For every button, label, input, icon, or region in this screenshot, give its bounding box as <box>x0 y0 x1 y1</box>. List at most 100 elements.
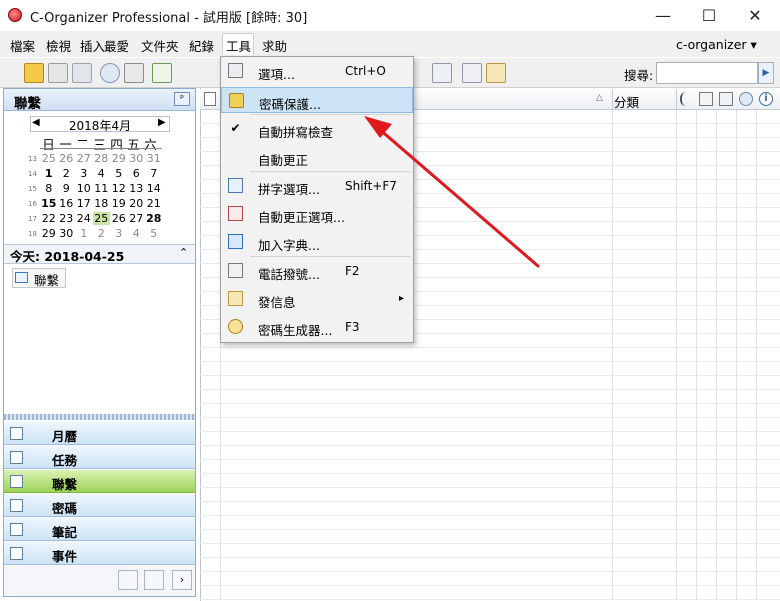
pin-icon[interactable]: ᵖ <box>174 92 190 106</box>
nav-button-calendar[interactable]: 月曆 <box>4 422 195 445</box>
calendar-day[interactable]: 5 <box>145 227 163 240</box>
calendar-day[interactable]: 1 <box>75 227 93 240</box>
calendar-day[interactable]: 24 <box>75 212 93 225</box>
calendar-day[interactable]: 15 <box>40 197 58 210</box>
calendar-day[interactable]: 30 <box>128 152 146 165</box>
menu-file[interactable]: 檔案 <box>10 36 35 55</box>
calendar-day[interactable]: 1 <box>40 167 58 180</box>
calendar-day[interactable]: 2 <box>93 227 111 240</box>
tools-menu-item[interactable]: 加入字典... <box>221 229 413 255</box>
more-nav-button[interactable]: › <box>172 570 192 590</box>
calendar-day[interactable]: 7 <box>145 167 163 180</box>
calendar-day[interactable]: 4 <box>93 167 111 180</box>
calendar-day[interactable]: 5 <box>110 167 128 180</box>
calendar-day[interactable]: 16 <box>58 197 76 210</box>
tools-menu-item[interactable]: 發信息 ▸ <box>221 286 413 312</box>
note-icon[interactable] <box>432 63 452 83</box>
calendar-day[interactable]: 25 <box>92 212 110 225</box>
delete-icon[interactable] <box>72 63 92 83</box>
list-column-icon[interactable] <box>699 92 713 106</box>
tools-menu-item[interactable]: 密碼保護... <box>221 87 413 113</box>
calendar-day[interactable]: 27 <box>128 212 146 225</box>
calendar-small-icon[interactable] <box>118 570 138 590</box>
calendar-day[interactable]: 2 <box>58 167 76 180</box>
tools-menu-item-label: 自動更正選項... <box>258 210 345 225</box>
calendar-day[interactable]: 18 <box>93 197 111 210</box>
minimize-button[interactable]: — <box>640 0 686 30</box>
trash-icon[interactable] <box>144 570 164 590</box>
calendar-day[interactable]: 25 <box>40 152 58 165</box>
find-icon[interactable] <box>100 63 120 83</box>
grid-icon[interactable] <box>152 63 172 83</box>
nav-button-events[interactable]: 事件 <box>4 542 195 565</box>
sort-arrow-icon[interactable]: △ <box>596 93 603 103</box>
calendar-day[interactable]: 29 <box>40 227 58 240</box>
print-icon[interactable] <box>124 63 144 83</box>
calendar-day[interactable]: 21 <box>145 197 163 210</box>
calendar-day[interactable]: 26 <box>110 212 128 225</box>
calendar-day[interactable]: 30 <box>58 227 76 240</box>
calendar-day[interactable]: 8 <box>40 182 58 195</box>
menu-records[interactable]: 紀錄 <box>189 36 214 55</box>
column-category[interactable]: 分類 <box>614 92 639 111</box>
nav-button-passwords[interactable]: 密碼 <box>4 494 195 517</box>
organizer-selector[interactable]: c-organizer ▾ <box>676 37 757 52</box>
calendar-day[interactable]: 3 <box>75 167 93 180</box>
calendar-day[interactable]: 4 <box>128 227 146 240</box>
calendar-day[interactable]: 22 <box>40 212 58 225</box>
menu-insert[interactable]: 插入 <box>80 36 105 55</box>
maximize-button[interactable]: ☐ <box>686 0 732 30</box>
collapse-chevron-icon[interactable]: ⌃ <box>179 246 188 259</box>
calendar-day[interactable]: 13 <box>128 182 146 195</box>
nav-button-contacts[interactable]: 聯繫 <box>4 470 195 493</box>
menu-tools[interactable]: 工具 <box>226 36 251 55</box>
calendar-day[interactable]: 10 <box>75 182 93 195</box>
search-input[interactable] <box>656 62 758 84</box>
menu-view[interactable]: 檢視 <box>46 36 71 55</box>
tools-menu-item[interactable]: 拼字選項... Shift+F7 <box>221 173 413 199</box>
calendar-day[interactable]: 20 <box>128 197 146 210</box>
list-view-icon[interactable] <box>462 63 482 83</box>
globe-column-icon[interactable] <box>739 92 753 106</box>
document-column-icon[interactable] <box>204 92 216 106</box>
tools-menu-item[interactable]: 選項... Ctrl+O <box>221 58 413 84</box>
tools-menu-item[interactable]: ✔ 自動拼寫檢查 <box>221 116 413 142</box>
calendar-day[interactable]: 3 <box>110 227 128 240</box>
nav-splitter[interactable] <box>4 414 195 420</box>
calendar-next-button[interactable]: ▶ <box>158 117 166 128</box>
calendar-day[interactable]: 28 <box>93 152 111 165</box>
open-folder-icon[interactable] <box>24 63 44 83</box>
nav-button-notes[interactable]: 筆記 <box>4 518 195 541</box>
calendar-day[interactable]: 28 <box>145 212 163 225</box>
tools-menu-item[interactable]: 密碼生成器... F3 <box>221 314 413 340</box>
calendar-day[interactable]: 27 <box>75 152 93 165</box>
menu-folders[interactable]: 文件夾 <box>141 36 179 55</box>
image-icon[interactable] <box>48 63 68 83</box>
calendar-day[interactable]: 23 <box>58 212 76 225</box>
message-icon[interactable] <box>486 63 506 83</box>
menu-favorites[interactable]: 最愛 <box>104 36 129 55</box>
calendar-day[interactable]: 12 <box>110 182 128 195</box>
calendar-day[interactable]: 11 <box>93 182 111 195</box>
calendar-prev-button[interactable]: ◀ <box>32 117 40 128</box>
menu-help[interactable]: 求助 <box>262 36 287 55</box>
calendar-day[interactable]: 29 <box>110 152 128 165</box>
search-go-button[interactable]: ▶ <box>758 62 774 84</box>
calendar-day[interactable]: 31 <box>145 152 163 165</box>
nav-button-tasks[interactable]: 任務 <box>4 446 195 469</box>
calendar-month-label[interactable]: 2018年4月 <box>60 117 140 134</box>
tools-menu-item[interactable]: 自動更正 <box>221 144 413 170</box>
calendar-day[interactable]: 6 <box>128 167 146 180</box>
calendar-day[interactable]: 9 <box>58 182 76 195</box>
calendar-day[interactable]: 17 <box>75 197 93 210</box>
calendar-day[interactable]: 19 <box>110 197 128 210</box>
home-column-icon[interactable] <box>719 92 733 106</box>
close-button[interactable]: ✕ <box>732 0 778 30</box>
tools-menu-item[interactable]: 自動更正選項... <box>221 201 413 227</box>
today-label[interactable]: 今天: 2018-04-25 <box>10 246 124 265</box>
info-column-icon[interactable]: i <box>759 92 773 106</box>
calendar-day[interactable]: 26 <box>58 152 76 165</box>
attachment-column-icon[interactable] <box>680 92 694 106</box>
calendar-day[interactable]: 14 <box>145 182 163 195</box>
tools-menu-item[interactable]: 電話撥號... F2 <box>221 258 413 284</box>
